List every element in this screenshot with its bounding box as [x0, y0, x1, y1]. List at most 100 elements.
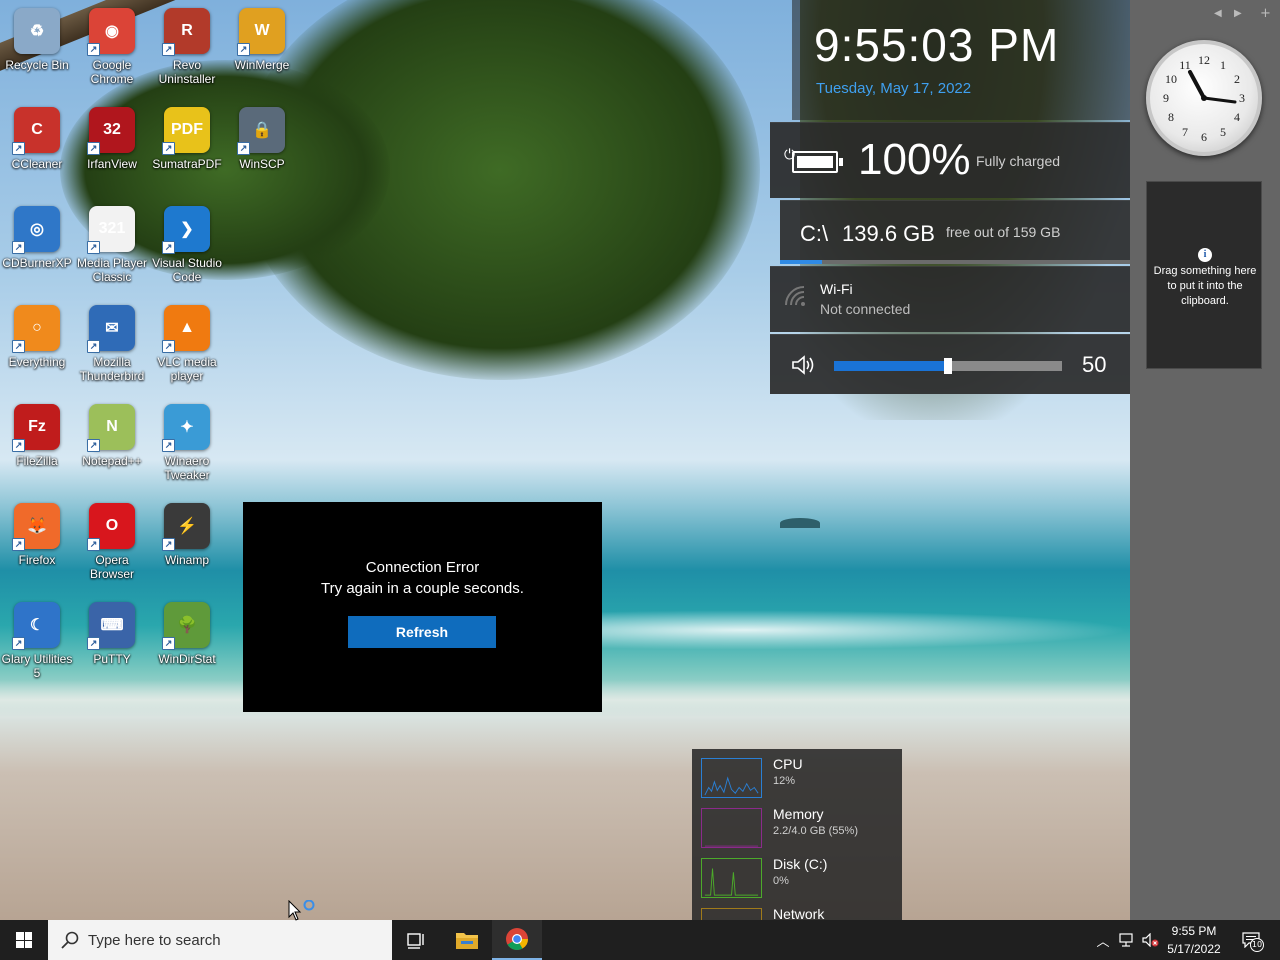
- svg-text:11: 11: [1179, 58, 1191, 72]
- refresh-button[interactable]: Refresh: [348, 616, 496, 648]
- desktop-shortcut[interactable]: ⚡ ↗ Winamp: [150, 503, 224, 599]
- task-view-icon: [407, 933, 424, 949]
- desktop-shortcut-label: FileZilla: [16, 454, 58, 468]
- disk-total-text: free out of 159 GB: [946, 224, 1061, 240]
- battery-tile[interactable]: ⏻ 100% Fully charged: [770, 122, 1130, 198]
- shortcut-arrow-icon: ↗: [162, 142, 175, 155]
- everything-icon: ○ ↗: [12, 305, 60, 353]
- perf-row[interactable]: CPU 12%: [692, 749, 902, 799]
- desktop-shortcut[interactable]: ○ ↗ Everything: [0, 305, 74, 401]
- desktop-shortcut[interactable]: 🔒 ↗ WinSCP: [225, 107, 299, 203]
- recycle-bin-icon: ♻: [14, 8, 60, 54]
- revo-uninstaller-icon: R ↗: [162, 8, 210, 56]
- perf-row[interactable]: Network: [692, 899, 902, 920]
- chrome-icon: [506, 928, 528, 950]
- desktop-shortcut[interactable]: ❯ ↗ Visual Studio Code: [150, 206, 224, 302]
- desktop-shortcut[interactable]: R ↗ Revo Uninstaller: [150, 8, 224, 104]
- taskbar-search[interactable]: [48, 920, 392, 960]
- desktop-shortcut[interactable]: N ↗ Notepad++: [75, 404, 149, 500]
- desktop-shortcut-label: Recycle Bin: [5, 58, 69, 72]
- perf-row[interactable]: Memory 2.2/4.0 GB (55%): [692, 799, 902, 849]
- wifi-status: Not connected: [820, 301, 911, 317]
- perf-name: CPU: [773, 756, 803, 772]
- start-button[interactable]: [0, 920, 48, 960]
- desktop-shortcut[interactable]: ✉ ↗ Mozilla Thunderbird: [75, 305, 149, 401]
- taskbar: ︿ 9:55 PM 5/17/2022 10: [0, 920, 1280, 960]
- perf-name: Disk (C:): [773, 856, 828, 872]
- shortcut-arrow-icon: ↗: [87, 439, 100, 452]
- desktop-shortcut[interactable]: 321 ↗ Media Player Classic: [75, 206, 149, 302]
- shortcut-arrow-icon: ↗: [237, 43, 250, 56]
- dialog-message: Try again in a couple seconds.: [321, 580, 524, 597]
- desktop-shortcut[interactable]: ◉ ↗ Google Chrome: [75, 8, 149, 104]
- desktop-shortcut[interactable]: C ↗ CCleaner: [0, 107, 74, 203]
- svg-text:7: 7: [1182, 125, 1188, 139]
- sidebar-prev-icon[interactable]: ◀: [1214, 8, 1222, 19]
- desktop-shortcut-label: PuTTY: [93, 652, 131, 666]
- shortcut-arrow-icon: ↗: [162, 241, 175, 254]
- disk-usage-fill: [780, 260, 822, 264]
- perf-row[interactable]: Disk (C:) 0%: [692, 849, 902, 899]
- file-explorer-button[interactable]: [442, 920, 492, 960]
- shortcut-arrow-icon: ↗: [12, 241, 25, 254]
- task-view-button[interactable]: [392, 920, 442, 960]
- search-input[interactable]: [88, 920, 384, 960]
- shortcut-arrow-icon: ↗: [87, 538, 100, 551]
- taskbar-time: 9:55 PM: [1171, 924, 1217, 938]
- svg-text:1: 1: [1220, 58, 1226, 72]
- desktop-shortcut-label: Mozilla Thunderbird: [79, 355, 145, 383]
- desktop-shortcut[interactable]: ◎ ↗ CDBurnerXP: [0, 206, 74, 302]
- desktop-shortcut-label: Glary Utilities 5: [1, 652, 73, 680]
- clock-date: Tuesday, May 17, 2022: [816, 80, 972, 97]
- volume-slider-thumb[interactable]: [944, 358, 952, 374]
- desktop-shortcut[interactable]: 🦊 ↗ Firefox: [0, 503, 74, 599]
- clipboard-gadget[interactable]: i Drag something here to put it into the…: [1146, 181, 1262, 369]
- desktop-shortcut[interactable]: 32 ↗ IrfanView: [75, 107, 149, 203]
- desktop-shortcut[interactable]: ▲ ↗ VLC media player: [150, 305, 224, 401]
- volume-value: 50: [1082, 352, 1107, 377]
- svg-text:5: 5: [1220, 125, 1226, 139]
- shortcut-arrow-icon: ↗: [12, 439, 25, 452]
- desktop-shortcut[interactable]: ♻ Recycle Bin: [0, 8, 74, 104]
- desktop-shortcut-label: Firefox: [18, 553, 56, 567]
- filezilla-icon: Fz ↗: [12, 404, 60, 452]
- winaero-tweaker-icon: ✦ ↗: [162, 404, 210, 452]
- desktop-shortcut-label: SumatraPDF: [152, 157, 222, 171]
- desktop-shortcut[interactable]: PDF ↗ SumatraPDF: [150, 107, 224, 203]
- shortcut-arrow-icon: ↗: [162, 43, 175, 56]
- analog-clock-gadget[interactable]: 12 1 2 345 678 9 10 11: [1146, 40, 1262, 156]
- shortcut-arrow-icon: ↗: [87, 637, 100, 650]
- shortcut-arrow-icon: ↗: [87, 142, 100, 155]
- desktop-shortcut-label: Google Chrome: [90, 58, 134, 86]
- speaker-icon[interactable]: [790, 353, 816, 377]
- desktop-shortcut[interactable]: ✦ ↗ Winaero Tweaker: [150, 404, 224, 500]
- disk-tile[interactable]: C:\ 139.6 GB free out of 159 GB: [780, 200, 1130, 264]
- show-hidden-icons-button[interactable]: ︿: [1092, 920, 1114, 960]
- desktop-shortcut-label: Winamp: [164, 553, 209, 567]
- desktop-shortcut-label: Notepad++: [82, 454, 142, 468]
- chrome-taskbar-button[interactable]: [492, 920, 542, 960]
- sidebar-add-icon[interactable]: +: [1260, 6, 1271, 21]
- analog-clock-face: 12 12 345 678 91011: [1163, 53, 1245, 144]
- desktop-shortcut[interactable]: ⌨ ↗ PuTTY: [75, 602, 149, 698]
- desktop-shortcut-label: WinDirStat: [158, 652, 216, 666]
- notification-count-badge: 10: [1250, 938, 1264, 952]
- network-tray-button[interactable]: [1116, 920, 1138, 960]
- perf-name: Network: [773, 906, 825, 920]
- desktop-shortcut[interactable]: W ↗ WinMerge: [225, 8, 299, 104]
- desktop-shortcut[interactable]: O ↗ Opera Browser: [75, 503, 149, 599]
- desktop-shortcut[interactable]: 🌳 ↗ WinDirStat: [150, 602, 224, 698]
- wifi-tile[interactable]: Wi-Fi Not connected: [770, 266, 1130, 332]
- battery-percent: 100%: [858, 135, 971, 184]
- desktop-shortcut[interactable]: ☾ ↗ Glary Utilities 5: [0, 602, 74, 698]
- desktop-shortcut[interactable]: Fz ↗ FileZilla: [0, 404, 74, 500]
- search-icon: [61, 931, 79, 949]
- sidebar-next-icon[interactable]: ▶: [1234, 8, 1242, 19]
- busy-cursor-icon: [288, 900, 315, 921]
- taskbar-clock[interactable]: 9:55 PM 5/17/2022: [1162, 922, 1226, 958]
- perf-graph: [701, 858, 762, 898]
- volume-slider[interactable]: [834, 358, 1062, 374]
- volume-tray-button[interactable]: [1140, 920, 1162, 960]
- volume-slider-fill: [834, 361, 948, 371]
- shortcut-arrow-icon: ↗: [87, 43, 100, 56]
